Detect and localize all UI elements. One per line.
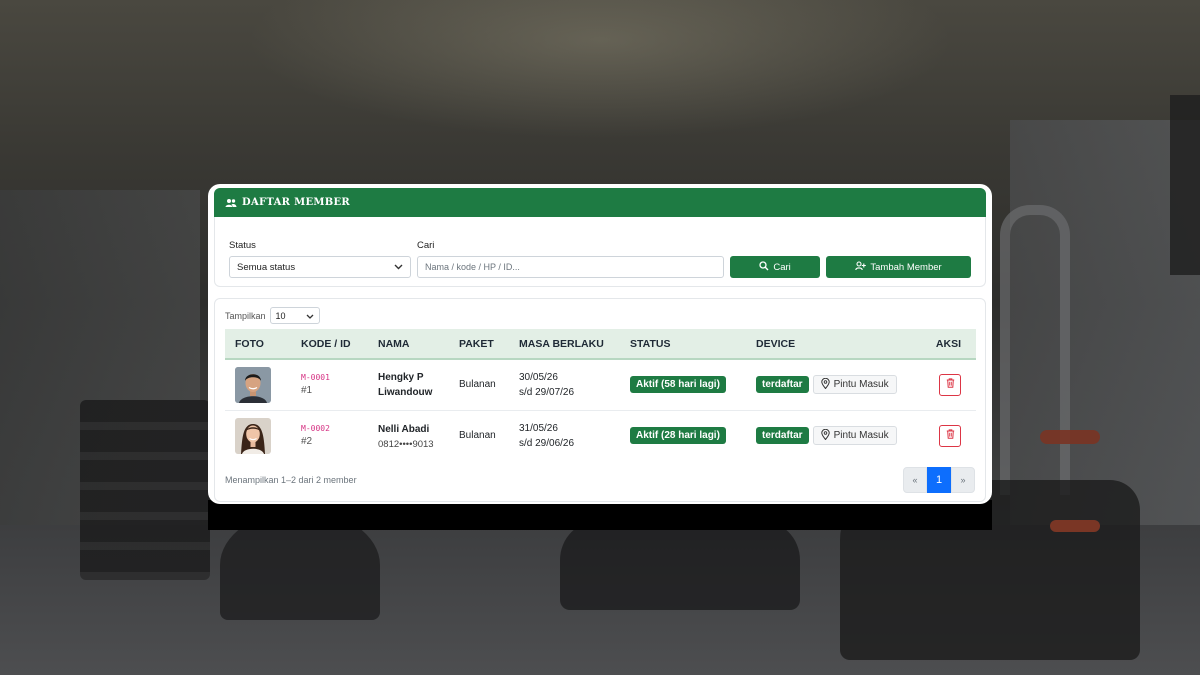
background-bench xyxy=(560,520,800,610)
member-phone: 0812••••9013 xyxy=(378,438,434,450)
background-machine-frame xyxy=(1000,205,1070,495)
validity-end: s/d 29/06/26 xyxy=(519,437,575,449)
table-header-row: FOTO KODE / ID NAMA PAKET MASA BERLAKU S… xyxy=(225,329,976,360)
next-page-button[interactable]: » xyxy=(951,467,975,493)
status-field: Status Semua status xyxy=(229,240,411,278)
column-header: MASA BERLAKU xyxy=(509,329,620,360)
search-button-label: Cari xyxy=(773,261,791,273)
search-field: Cari Nama / kode / HP / ID... xyxy=(417,240,724,278)
trash-icon xyxy=(946,429,955,442)
delete-button[interactable] xyxy=(939,373,961,396)
member-code: M-0002 xyxy=(301,424,330,434)
code-cell: M-0002 #2 xyxy=(291,410,368,461)
table-row[interactable]: M-0001 #1 Hengky P Liwandouw Bulanan 30/… xyxy=(225,359,976,411)
background-dumbbell-rack xyxy=(80,400,210,580)
background-tv xyxy=(1170,95,1200,275)
search-input[interactable]: Nama / kode / HP / ID... xyxy=(417,256,724,278)
device-badge: terdaftar xyxy=(756,427,809,445)
column-header: DEVICE xyxy=(746,329,916,360)
add-member-button-label: Tambah Member xyxy=(870,261,942,273)
member-panel: DAFTAR MEMBER Status Semua status Cari N… xyxy=(208,184,992,504)
device-location-label: Pintu Masuk xyxy=(833,430,889,442)
map-pin-icon xyxy=(820,428,830,443)
search-button[interactable]: Cari xyxy=(730,256,821,278)
panel-title: DAFTAR MEMBER xyxy=(242,197,351,208)
status-badge: Aktif (58 hari lagi) xyxy=(630,376,726,394)
device-location-button[interactable]: Pintu Masuk xyxy=(812,426,897,446)
results-summary: Menampilkan 1–2 dari 2 member xyxy=(225,475,357,485)
avatar xyxy=(235,366,271,403)
validity-start: 30/05/26 xyxy=(519,371,558,383)
member-name: Hengky P Liwandouw xyxy=(378,371,433,398)
map-pin-icon xyxy=(820,377,830,392)
status-select[interactable]: Semua status xyxy=(229,256,411,278)
status-select-value: Semua status xyxy=(237,261,296,273)
column-header: PAKET xyxy=(449,329,509,360)
member-code: M-0001 xyxy=(301,373,330,383)
validity-cell: 30/05/26 s/d 29/07/26 xyxy=(509,359,620,411)
page-size-select[interactable]: 10 xyxy=(269,307,320,324)
package-cell: Bulanan xyxy=(449,359,509,411)
status-cell: Aktif (28 hari lagi) xyxy=(620,410,746,461)
column-header: AKSI xyxy=(916,329,976,360)
member-id: #2 xyxy=(301,436,313,448)
page-size-control: Tampilkan 10 xyxy=(225,307,975,324)
device-cell: terdaftar Pintu Masuk xyxy=(746,410,916,461)
background-seat xyxy=(1040,430,1100,444)
member-name: Nelli Abadi xyxy=(378,423,430,435)
status-cell: Aktif (58 hari lagi) xyxy=(620,359,746,411)
column-header: KODE / ID xyxy=(291,329,368,360)
search-label: Cari xyxy=(417,240,435,251)
photo-cell xyxy=(225,359,291,411)
column-header: NAMA xyxy=(368,329,449,360)
photo-cell xyxy=(225,410,291,461)
chevron-down-icon xyxy=(394,262,403,273)
search-placeholder: Nama / kode / HP / ID... xyxy=(425,262,520,272)
prev-page-button[interactable]: « xyxy=(903,467,927,493)
validity-end: s/d 29/07/26 xyxy=(519,386,575,398)
action-cell xyxy=(916,410,976,461)
panel-header: DAFTAR MEMBER xyxy=(214,188,986,217)
device-location-button[interactable]: Pintu Masuk xyxy=(812,375,897,395)
column-header: FOTO xyxy=(225,329,291,360)
action-cell xyxy=(916,359,976,411)
delete-button[interactable] xyxy=(939,424,961,447)
code-cell: M-0001 #1 xyxy=(291,359,368,411)
page-size-label: Tampilkan xyxy=(225,310,266,321)
table-row[interactable]: M-0002 #2 Nelli Abadi 0812••••9013 Bulan… xyxy=(225,410,976,461)
member-table-card: Tampilkan 10 FOTO KODE / ID NAMA PAKET M… xyxy=(214,298,986,502)
device-badge: terdaftar xyxy=(756,376,809,394)
column-header: STATUS xyxy=(620,329,746,360)
device-cell: terdaftar Pintu Masuk xyxy=(746,359,916,411)
member-id: #1 xyxy=(301,385,313,397)
panel-shadow xyxy=(208,500,992,530)
background-seat xyxy=(1050,520,1100,532)
users-icon xyxy=(225,198,237,208)
status-label: Status xyxy=(229,240,256,251)
name-cell: Nelli Abadi 0812••••9013 xyxy=(368,410,449,461)
search-icon xyxy=(759,260,769,274)
page-size-value: 10 xyxy=(275,310,286,321)
member-table: FOTO KODE / ID NAMA PAKET MASA BERLAKU S… xyxy=(225,329,976,461)
add-member-button[interactable]: Tambah Member xyxy=(826,256,971,278)
validity-cell: 31/05/26 s/d 29/06/26 xyxy=(509,410,620,461)
page-1-button[interactable]: 1 xyxy=(927,467,951,493)
pagination: « 1 » xyxy=(903,467,975,493)
package-cell: Bulanan xyxy=(459,430,496,442)
name-cell: Hengky P Liwandouw xyxy=(368,359,449,411)
avatar xyxy=(235,417,271,454)
chevron-down-icon xyxy=(306,311,314,321)
table-footer: Menampilkan 1–2 dari 2 member « 1 » xyxy=(225,467,975,493)
user-plus-icon xyxy=(855,260,867,274)
filter-bar: Status Semua status Cari Nama / kode / H… xyxy=(214,217,986,287)
trash-icon xyxy=(946,378,955,391)
status-badge: Aktif (28 hari lagi) xyxy=(630,427,726,445)
device-location-label: Pintu Masuk xyxy=(833,379,889,391)
validity-start: 31/05/26 xyxy=(519,422,558,434)
